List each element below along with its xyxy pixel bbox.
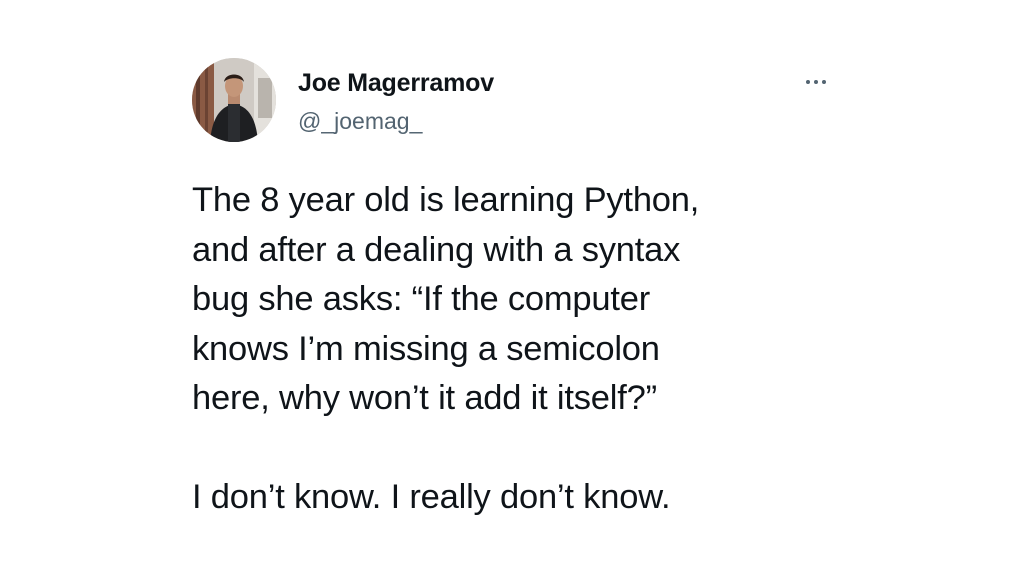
tweet-card: Joe Magerramov @_joemag_ The 8 year old … — [0, 0, 1024, 576]
more-options-button[interactable] — [798, 70, 834, 94]
tweet-text-line: here, why won’t it add it itself?” — [192, 379, 657, 417]
ellipsis-icon-dot — [806, 80, 810, 84]
user-handle[interactable]: @_joemag_ — [298, 107, 422, 135]
ellipsis-icon-dot — [814, 80, 818, 84]
display-name[interactable]: Joe Magerramov — [298, 68, 494, 98]
tweet-text-line: knows I’m missing a semicolon — [192, 329, 660, 368]
profile-photo-icon — [192, 58, 276, 142]
tweet-text-line: The 8 year old is learning Python, — [192, 181, 700, 219]
avatar[interactable] — [192, 58, 276, 142]
tweet-text-line: bug she asks: “If the computer — [192, 280, 651, 318]
tweet-text-line: I don’t know. I really don’t know. — [192, 478, 671, 516]
ellipsis-icon-dot — [822, 80, 826, 84]
tweet-text: The 8 year old is learning Python, and a… — [192, 176, 812, 523]
tweet-text-line: and after a dealing with a syntax — [192, 230, 681, 269]
